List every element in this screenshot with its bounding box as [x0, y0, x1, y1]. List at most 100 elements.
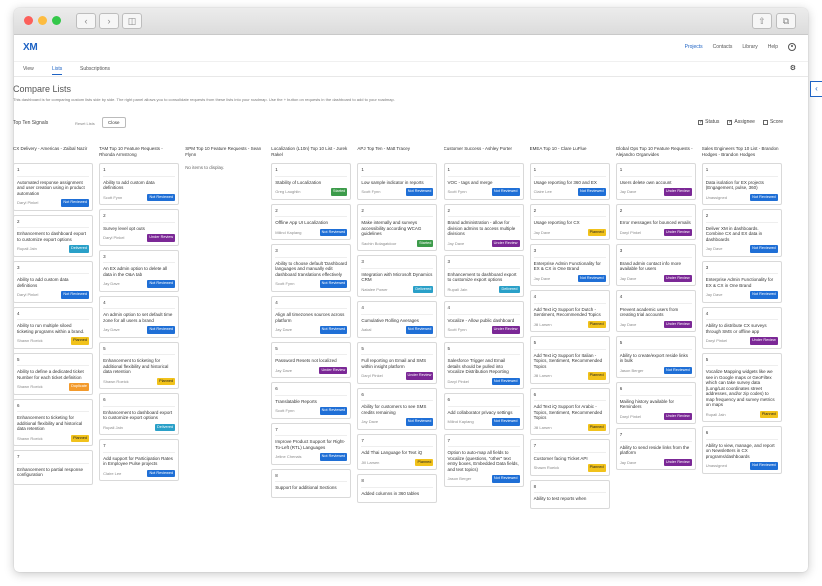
request-card[interactable]: 1 Low sample indicator in reports Scott Fy… — [357, 163, 438, 200]
request-card[interactable]: 2 Brand administration - allow for divisi… — [443, 203, 524, 251]
status-badge[interactable]: Started — [417, 239, 434, 247]
status-badge[interactable]: Not Reviewed — [319, 326, 348, 334]
status-badge[interactable]: Not Reviewed — [750, 291, 778, 299]
maximize-window-icon[interactable] — [52, 16, 61, 25]
request-card[interactable]: 3 Enhancement to dashboard export to cust… — [443, 255, 524, 297]
status-badge[interactable]: Planned — [587, 423, 606, 431]
request-card[interactable]: 1 Stability of Localization Greg Laughlin S… — [271, 163, 352, 200]
status-badge[interactable]: Not Reviewed — [750, 193, 778, 201]
collapse-panel-icon[interactable]: ‹ — [810, 81, 822, 97]
request-card[interactable]: 5 Enhancement to ticketing for additional… — [99, 341, 180, 389]
status-badge[interactable]: Not Reviewed — [61, 291, 89, 299]
request-card[interactable]: 8 Added columns in 360 tables — [357, 474, 438, 503]
status-checkbox[interactable]: ✓ — [698, 119, 703, 125]
status-badge[interactable]: Not Reviewed — [750, 245, 778, 253]
app-logo[interactable]: XM — [23, 42, 38, 53]
request-card[interactable]: 1 Ability to add custom data definitions S… — [99, 163, 180, 205]
request-card[interactable]: 1 Users delete own account Jay Dave Under R… — [615, 163, 696, 200]
status-badge[interactable]: Not Reviewed — [319, 280, 348, 288]
status-badge[interactable]: Not Reviewed — [664, 366, 692, 374]
status-badge[interactable]: Planned — [759, 410, 778, 418]
status-badge[interactable]: Not Reviewed — [491, 188, 520, 196]
request-card[interactable]: 7 Customer facing Ticket API Shawn Roeick P… — [529, 439, 610, 476]
toggle-score[interactable]: Score — [762, 119, 783, 125]
request-card[interactable]: 2 Error messages for bounced emails Daryl … — [615, 203, 696, 240]
request-card[interactable]: 7 Enhancement to partial response configu… — [13, 450, 93, 485]
status-badge[interactable]: Not Reviewed — [405, 188, 434, 196]
status-badge[interactable]: Delivered — [413, 285, 434, 293]
status-badge[interactable]: Planned — [587, 372, 606, 380]
status-badge[interactable]: Under Review — [491, 326, 520, 334]
status-badge[interactable]: Under Review — [663, 412, 692, 420]
status-badge[interactable]: Planned — [157, 377, 176, 385]
nav-projects[interactable]: Projects — [685, 44, 703, 50]
status-badge[interactable]: Planned — [587, 228, 606, 236]
request-card[interactable]: 4 Cumulative Rolling Averages Aakal Not Rev… — [357, 301, 438, 338]
request-card[interactable]: 6 Enhancement to ticketing for additional… — [13, 398, 93, 446]
request-card[interactable]: 3 Enterprise Admin Functionality for EX &… — [529, 244, 610, 286]
status-badge[interactable]: Not Reviewed — [319, 453, 348, 461]
request-card[interactable]: 7 Ability to send reside links from the p… — [615, 428, 696, 470]
status-badge[interactable]: Under Review — [405, 372, 434, 380]
request-card[interactable]: 6 Enhancement to dashboard export to cust… — [99, 393, 180, 435]
status-badge[interactable]: Not Reviewed — [491, 418, 520, 426]
request-card[interactable]: 3 An EX admin option to delete all data i… — [99, 249, 180, 292]
request-card[interactable]: 2 Offline App UI Localization Milind Kapla… — [271, 203, 352, 240]
status-badge[interactable]: Planned — [415, 458, 434, 466]
status-badge[interactable]: Under Review — [749, 337, 778, 345]
nav-library[interactable]: Library — [742, 44, 757, 50]
sidebar-toggle-icon[interactable]: ◫ — [122, 13, 142, 29]
request-card[interactable]: 6 Add collaborator privacy settings Milind… — [443, 393, 524, 430]
close-button[interactable]: Close — [102, 117, 126, 128]
status-badge[interactable]: Started — [331, 188, 348, 196]
status-badge[interactable]: Planned — [587, 320, 606, 328]
status-badge[interactable]: Under Review — [663, 274, 692, 282]
status-badge[interactable]: Not Reviewed — [405, 418, 434, 426]
request-card[interactable]: 2 Enhancement to dashboard export to cust… — [13, 214, 93, 257]
tabs-overview-icon[interactable]: ⧉ — [776, 13, 796, 29]
status-badge[interactable]: Under Review — [491, 239, 520, 247]
request-card[interactable]: 1 VOC - tags and merge Scott Fynn Not Revie… — [443, 163, 524, 200]
assignee-checkbox[interactable]: ✓ — [727, 119, 733, 125]
request-card[interactable]: 6 Mailing history available for Reminders… — [615, 382, 696, 424]
request-card[interactable]: 8 Support for additional Sections — [271, 468, 352, 498]
request-card[interactable]: 2 Deliver XM in dashboards. Combine CX an… — [701, 209, 782, 257]
request-card[interactable]: 5 Ability to create/export reside links i… — [615, 336, 696, 378]
request-card[interactable]: 7 Add support for Participation Rates in … — [99, 439, 180, 481]
reset-lists-link[interactable]: Reset Lists — [75, 121, 95, 126]
request-card[interactable]: 7 Option to auto-map all fields to Vocali… — [443, 433, 524, 487]
request-card[interactable]: 7 Add Thai Language for Text iQ Jill Larse… — [357, 433, 438, 470]
score-checkbox[interactable] — [762, 119, 768, 125]
forward-icon[interactable]: › — [99, 13, 119, 29]
user-account-icon[interactable] — [788, 43, 796, 51]
status-badge[interactable]: Not Reviewed — [750, 462, 778, 470]
status-badge[interactable]: Not Reviewed — [147, 193, 176, 201]
status-badge[interactable]: Under Review — [319, 366, 348, 374]
share-icon[interactable]: ⇧ — [752, 13, 772, 29]
request-card[interactable]: 3 Integration with Microsoft Dynamics CRM… — [357, 255, 438, 297]
status-badge[interactable]: Not Reviewed — [405, 326, 434, 334]
request-card[interactable]: 6 Ability to view, manage, and report on … — [701, 426, 782, 474]
request-card[interactable]: 5 Password Resets not localized Jay Dave Un… — [271, 341, 352, 378]
request-card[interactable]: 6 Ability for customers to see SMS credit… — [357, 387, 438, 430]
status-badge[interactable]: Under Review — [147, 234, 176, 242]
nav-help[interactable]: Help — [768, 44, 778, 50]
minimize-window-icon[interactable] — [38, 16, 47, 25]
tab-subscriptions[interactable]: Subscriptions — [80, 66, 110, 72]
status-badge[interactable]: Not Reviewed — [319, 407, 348, 415]
request-card[interactable]: 6 Translatable Reports Scott Fynn Not Revie… — [271, 382, 352, 419]
toggle-assignee[interactable]: ✓ Assignee — [727, 119, 755, 125]
request-card[interactable]: 5 Vocalize Mapping widgets like we see in… — [701, 352, 782, 422]
request-card[interactable]: 5 Salesforce Trigger and Email details sh… — [443, 341, 524, 389]
request-card[interactable]: 8 Ability to test reports when — [529, 479, 610, 509]
status-badge[interactable]: Under Review — [663, 188, 692, 196]
status-badge[interactable]: Duplicate — [69, 383, 89, 391]
status-badge[interactable]: Not Reviewed — [61, 199, 89, 207]
status-badge[interactable]: Not Reviewed — [147, 326, 176, 334]
request-card[interactable]: 5 Add Text iQ Support for Italian - Topic… — [529, 336, 610, 384]
request-card[interactable]: 3 Brand admin contact info more available… — [615, 244, 696, 286]
request-card[interactable]: 2 Survey level opt outs Daryl Pinkel Under … — [99, 209, 180, 246]
status-badge[interactable]: Not Reviewed — [577, 274, 606, 282]
close-window-icon[interactable] — [24, 16, 33, 25]
status-badge[interactable]: Delivered — [68, 245, 89, 253]
